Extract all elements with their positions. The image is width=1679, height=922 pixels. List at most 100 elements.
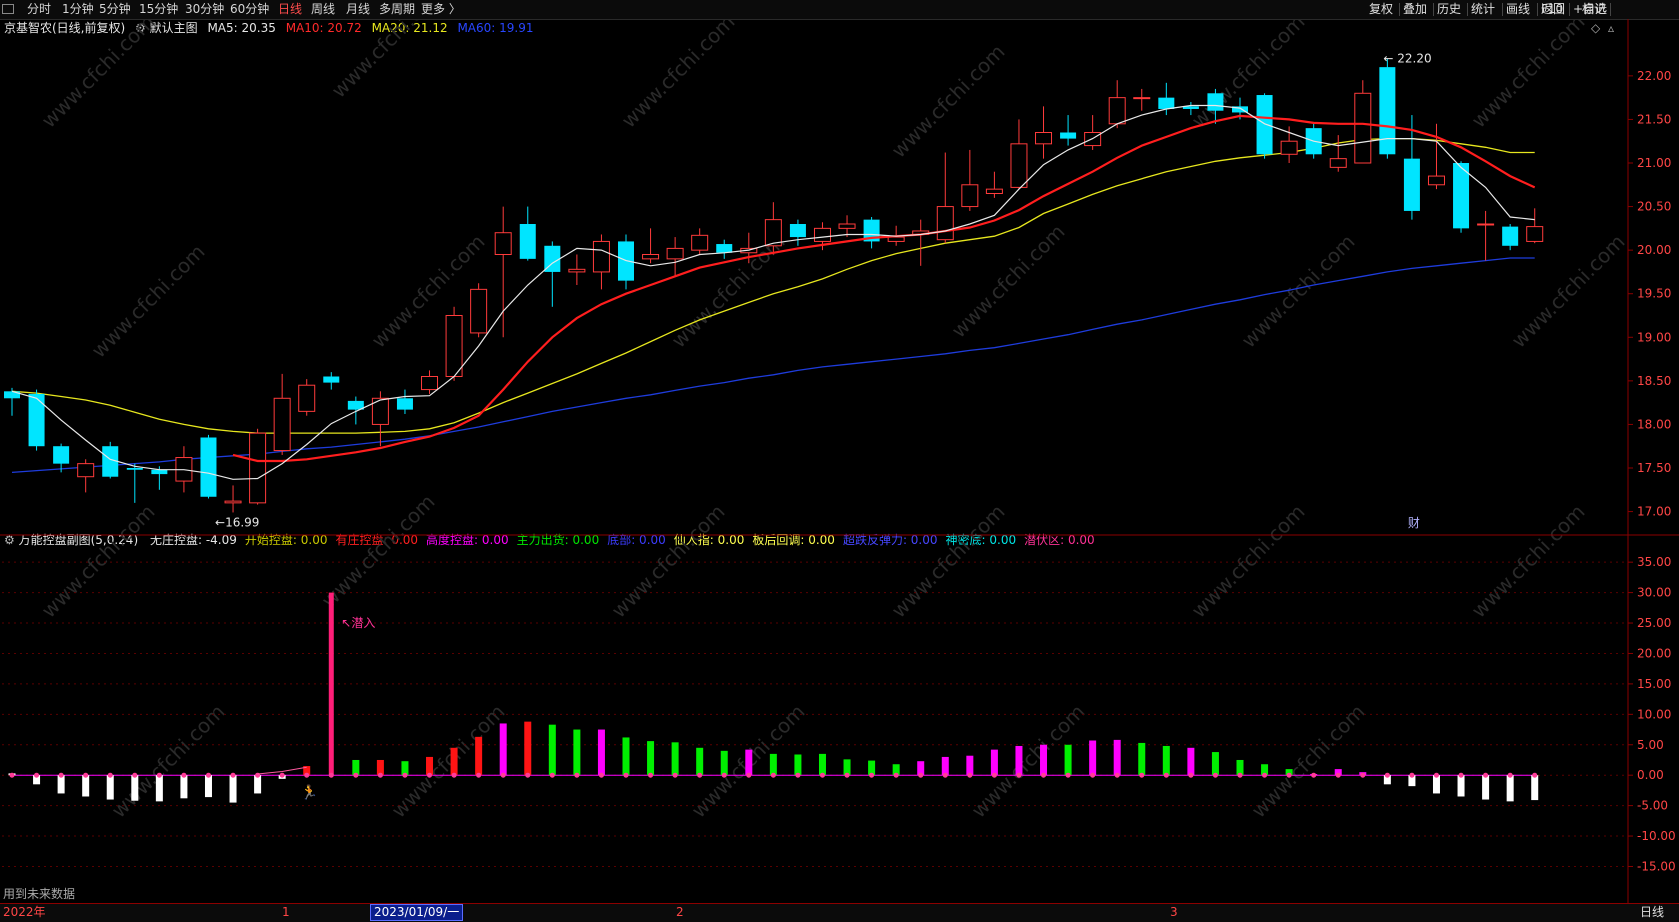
candle-body[interactable] (1280, 140, 1298, 155)
candle-body[interactable] (1526, 226, 1544, 242)
tab-0[interactable]: 分时 (27, 1, 51, 17)
candle-body[interactable] (838, 223, 856, 229)
candle-body[interactable] (1035, 132, 1053, 145)
candle-body[interactable] (323, 376, 340, 383)
zero-dot (328, 772, 334, 778)
candle-body[interactable] (396, 398, 413, 410)
candle-body[interactable] (445, 315, 463, 377)
toolbar-logo-icon (2, 4, 14, 14)
tab-5[interactable]: 60分钟 (230, 1, 269, 17)
candle-body[interactable] (1256, 95, 1273, 155)
price-tick-label: 20.50 (1637, 200, 1671, 214)
tab-3[interactable]: 15分钟 (139, 1, 178, 17)
candle-body[interactable] (1158, 97, 1175, 109)
candle-body[interactable] (1010, 143, 1028, 188)
low-price-label: ←16.99 (215, 515, 259, 529)
chart-area[interactable]: www.cfchi.com www.cfchi.com www.cfchi.com w… (0, 19, 1679, 903)
watermark-text: www.cfchi.com (887, 500, 1010, 623)
zero-dot (9, 772, 15, 778)
tab-6[interactable]: 日线 (278, 1, 302, 17)
toolbar-button-0[interactable]: 复权 (1369, 1, 1393, 17)
candle-body[interactable] (961, 184, 979, 208)
candle-body[interactable] (691, 234, 709, 251)
toolbar-button-1[interactable]: 叠加 (1403, 1, 1427, 17)
zero-dot (648, 772, 654, 778)
tab-10[interactable]: 更多 〉 (421, 1, 461, 17)
candle-body[interactable] (1379, 67, 1396, 155)
candle-body[interactable] (592, 240, 610, 273)
mark-button[interactable]: 标记 (1582, 1, 1606, 17)
candle-body[interactable] (1502, 226, 1519, 246)
zero-dot (1163, 772, 1169, 778)
candle-body[interactable] (813, 227, 831, 242)
indicator-bar (745, 749, 753, 776)
candle-body[interactable] (519, 224, 536, 259)
tab-9[interactable]: 多周期 (379, 1, 415, 17)
candle-body[interactable] (53, 446, 70, 464)
candle-body[interactable] (1108, 97, 1126, 125)
period-toolbar: 分时 1分钟 5分钟 15分钟 30分钟 60分钟 日线 周线 月线 多周期 更多 〉 复权 叠加 历史… (0, 0, 1679, 20)
candle-body[interactable] (1354, 92, 1372, 164)
toolbar-button-4[interactable]: 画线 (1506, 1, 1530, 17)
zero-dot (770, 772, 776, 778)
zero-dot (107, 772, 113, 778)
zero-dot (279, 772, 285, 778)
candle-body[interactable] (936, 206, 954, 241)
candle-body[interactable] (28, 393, 45, 447)
candle-body[interactable] (1427, 175, 1445, 186)
zero-dot (377, 772, 383, 778)
toolbar-button-7[interactable]: 返回 (1541, 1, 1565, 17)
candle-body[interactable] (789, 224, 806, 238)
tab-7[interactable]: 周线 (311, 1, 335, 17)
indicator-bar (155, 775, 163, 802)
candle-body[interactable] (1060, 132, 1077, 139)
candle-body[interactable] (126, 468, 143, 470)
indicator-bar (499, 723, 507, 776)
candle-body[interactable] (1477, 223, 1495, 226)
toolbar-button-2[interactable]: 历史 (1437, 1, 1461, 17)
zero-dot (942, 772, 948, 778)
candle-body[interactable] (151, 469, 168, 475)
candle-body[interactable] (200, 437, 217, 497)
zero-dot (402, 772, 408, 778)
candle-body[interactable] (298, 384, 316, 412)
candle-body[interactable] (1403, 158, 1420, 211)
zero-dot (697, 772, 703, 778)
zero-dot (1262, 772, 1268, 778)
price-tick-label: 18.50 (1637, 374, 1671, 388)
toolbar-button-3[interactable]: 统计 (1471, 1, 1495, 17)
period-indicator[interactable]: 日线 (1640, 905, 1664, 920)
candle-body[interactable] (985, 188, 1003, 194)
finance-badge-icon[interactable]: 财 (1408, 516, 1420, 530)
zero-dot (549, 772, 555, 778)
candle-body[interactable] (273, 397, 291, 452)
zero-dot (1139, 772, 1145, 778)
tab-1[interactable]: 1分钟 (62, 1, 94, 17)
timeline-bar[interactable]: 2022年 1 2023/01/09/一 2 3 日线 (0, 903, 1679, 922)
candle-body[interactable] (470, 288, 488, 334)
candle-body[interactable] (421, 376, 439, 391)
candle-body[interactable] (1453, 163, 1470, 229)
candle-body[interactable] (642, 254, 660, 260)
price-tick-label: 17.00 (1637, 505, 1671, 519)
tab-2[interactable]: 5分钟 (99, 1, 131, 17)
indicator-bar (966, 755, 974, 776)
candle-body[interactable] (666, 247, 684, 260)
zero-dot (1483, 772, 1489, 778)
zero-dot (991, 772, 997, 778)
candle-body[interactable] (1133, 97, 1151, 100)
tab-8[interactable]: 月线 (346, 1, 370, 17)
candle-body[interactable] (1207, 93, 1224, 111)
candle-body[interactable] (887, 236, 905, 242)
candle-body[interactable] (716, 244, 733, 253)
zero-dot (58, 772, 64, 778)
zero-dot (1212, 772, 1218, 778)
tab-4[interactable]: 30分钟 (185, 1, 224, 17)
candle-body[interactable] (224, 500, 242, 504)
candle-body[interactable] (568, 268, 586, 273)
indicator-bar (794, 754, 802, 776)
candle-body[interactable] (77, 463, 95, 478)
candle-body[interactable] (249, 432, 267, 504)
candle-body[interactable] (494, 232, 512, 255)
candle-body[interactable] (1329, 158, 1347, 168)
